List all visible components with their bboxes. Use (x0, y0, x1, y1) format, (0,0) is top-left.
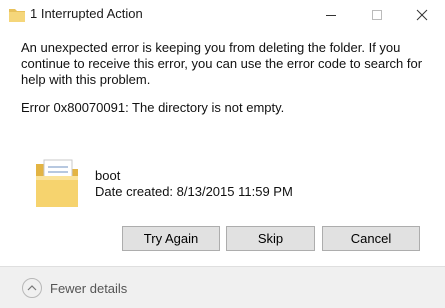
window-title: 1 Interrupted Action (30, 6, 143, 21)
skip-button[interactable]: Skip (226, 226, 315, 251)
chevron-up-icon (27, 285, 37, 291)
cancel-button[interactable]: Cancel (322, 226, 420, 251)
minimize-button[interactable] (308, 0, 354, 30)
minimize-icon (326, 15, 336, 16)
title-bar: 1 Interrupted Action (0, 0, 445, 30)
maximize-button[interactable] (354, 0, 400, 30)
chevron-up-circle (22, 278, 42, 298)
item-name: boot (95, 168, 121, 183)
folder-title-icon (9, 9, 25, 22)
maximize-icon (372, 10, 382, 20)
error-message: An unexpected error is keeping you from … (21, 40, 423, 87)
dialog-footer: Fewer details (0, 266, 445, 308)
close-icon (416, 9, 428, 21)
close-button[interactable] (399, 0, 445, 30)
error-code-text: Error 0x80070091: The directory is not e… (21, 100, 285, 115)
try-again-button[interactable]: Try Again (122, 226, 220, 251)
fewer-details-label: Fewer details (50, 281, 128, 296)
folder-icon (36, 159, 78, 207)
item-date-created: Date created: 8/13/2015 11:59 PM (95, 184, 293, 199)
